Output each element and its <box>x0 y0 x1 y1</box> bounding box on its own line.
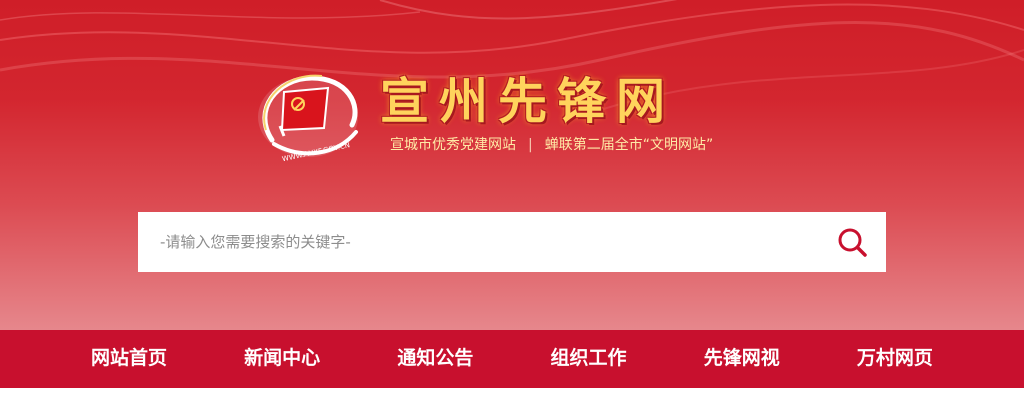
page: WWW.AHXF.GOV.CN 宣州先锋网 宣城市优秀党建网站 | 蝉联第二届全市“… <box>0 0 1024 400</box>
site-title: 宣州先锋网 <box>380 72 676 130</box>
banner-wave-decoration <box>0 0 1024 111</box>
nav-item-home[interactable]: 网站首页 <box>54 330 204 388</box>
main-navigation: 网站首页 新闻中心 通知公告 组织工作 先锋网视 万村网页 <box>0 330 1024 388</box>
nav-item-vanguard-video[interactable]: 先锋网视 <box>667 330 817 388</box>
nav-item-organization-work[interactable]: 组织工作 <box>514 330 664 388</box>
tagline-separator: | <box>528 137 533 153</box>
nav-item-news-center[interactable]: 新闻中心 <box>207 330 357 388</box>
party-emblem-logo: WWW.AHXF.GOV.CN <box>258 74 358 163</box>
tagline-left: 宣城市优秀党建网站 <box>390 137 516 153</box>
header-banner: WWW.AHXF.GOV.CN 宣州先锋网 宣城市优秀党建网站 | 蝉联第二届全市“… <box>0 0 1024 330</box>
nav-item-village-pages[interactable]: 万村网页 <box>820 330 970 388</box>
nav-item-notices[interactable]: 通知公告 <box>360 330 510 388</box>
tagline-right: 蝉联第二届全市“文明网站” <box>544 137 714 153</box>
search-input[interactable] <box>138 212 818 272</box>
search-icon[interactable] <box>836 226 868 258</box>
search-box <box>138 212 886 272</box>
tagline: 宣城市优秀党建网站 | 蝉联第二届全市“文明网站” <box>390 135 713 155</box>
